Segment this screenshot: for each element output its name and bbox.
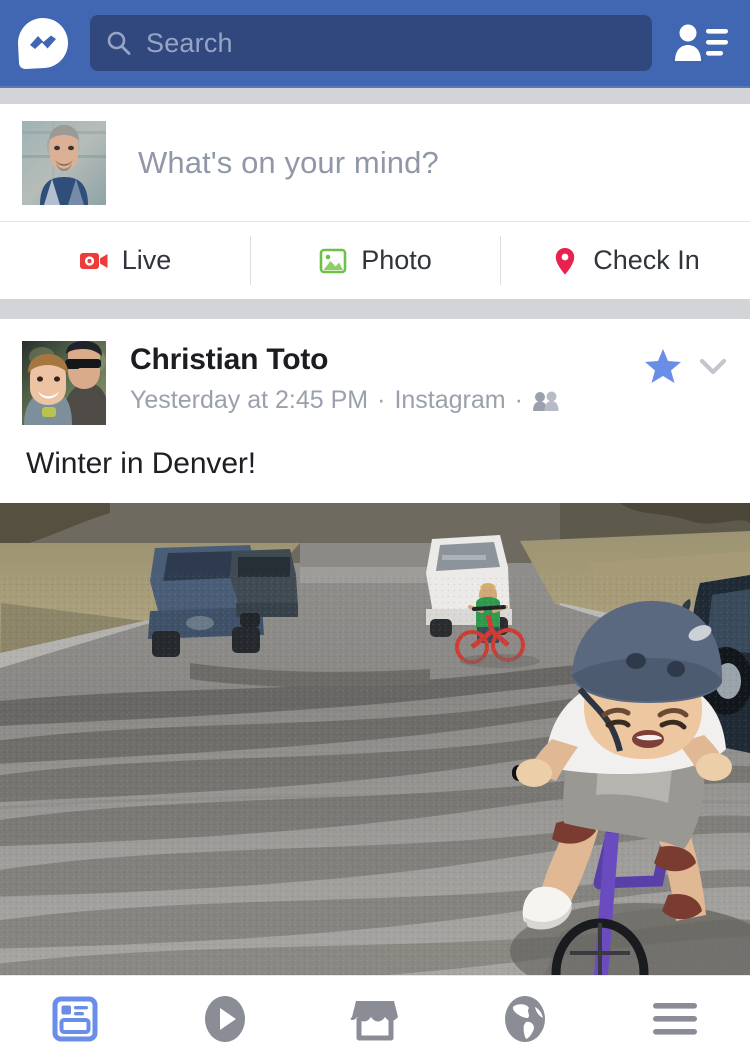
post-photo[interactable] — [0, 503, 750, 988]
app-header: Search — [0, 0, 750, 86]
nav-tab-menu[interactable] — [600, 976, 750, 1061]
author-avatar[interactable] — [22, 341, 106, 425]
header-divider — [0, 86, 750, 104]
live-video-button[interactable]: Live — [0, 222, 250, 299]
messenger-bolt-shape — [30, 35, 56, 49]
post-timestamp[interactable]: Yesterday at 2:45 PM — [130, 386, 368, 415]
photo-icon — [319, 248, 347, 273]
contacts-list-icon[interactable] — [672, 21, 730, 65]
live-video-label: Live — [121, 245, 172, 275]
location-pin-icon — [556, 247, 575, 274]
post-meta: Yesterday at 2:45 PM · Instagram · — [130, 386, 644, 415]
post-header: Christian Toto Yesterday at 2:45 PM · In… — [0, 319, 750, 425]
news-feed-icon — [52, 996, 98, 1041]
nav-tab-news-feed[interactable] — [0, 976, 150, 1061]
post-source[interactable]: Instagram — [394, 386, 505, 415]
nav-tab-marketplace[interactable] — [300, 976, 450, 1061]
user-avatar-image — [22, 120, 106, 205]
nav-tab-notifications[interactable] — [450, 976, 600, 1061]
nav-tab-watch[interactable] — [150, 976, 300, 1061]
bottom-navigation — [0, 975, 750, 1061]
photo-button[interactable]: Photo — [250, 222, 500, 299]
friends-audience-icon[interactable] — [532, 390, 560, 412]
check-in-button[interactable]: Check In — [500, 222, 750, 299]
hamburger-menu-icon — [653, 1002, 697, 1035]
post-author-block: Christian Toto Yesterday at 2:45 PM · In… — [130, 341, 644, 415]
post-header-controls — [644, 341, 730, 385]
search-icon — [107, 31, 131, 55]
favorite-star-icon[interactable] — [644, 347, 682, 385]
search-input[interactable]: Search — [90, 15, 652, 71]
user-avatar[interactable] — [22, 120, 106, 205]
post-message: Winter in Denver! — [26, 447, 257, 480]
messenger-logo-icon[interactable] — [16, 16, 70, 70]
chevron-down-icon[interactable] — [696, 349, 730, 383]
composer-placeholder: What's on your mind? — [138, 144, 439, 180]
live-video-icon — [79, 252, 108, 269]
play-circle-icon — [205, 995, 245, 1042]
globe-icon — [505, 995, 545, 1042]
feed-post: Christian Toto Yesterday at 2:45 PM · In… — [0, 319, 750, 988]
post-photo-image — [0, 503, 750, 988]
photo-label: Photo — [361, 245, 432, 275]
meta-separator-2: · — [514, 386, 523, 414]
post-author-name[interactable]: Christian Toto — [130, 343, 644, 377]
composer-actions: Live Photo Check In — [0, 221, 750, 299]
facebook-mobile-app: Search What's on your mind? Live Photo C… — [0, 0, 750, 1061]
contacts-glyph — [675, 24, 728, 61]
meta-separator-1: · — [377, 386, 386, 414]
feed-divider — [0, 299, 750, 319]
status-composer[interactable]: What's on your mind? — [0, 104, 750, 221]
marketplace-store-icon — [350, 1000, 398, 1040]
author-avatar-image — [22, 341, 106, 425]
search-placeholder: Search — [146, 27, 233, 58]
check-in-label: Check In — [593, 245, 700, 275]
